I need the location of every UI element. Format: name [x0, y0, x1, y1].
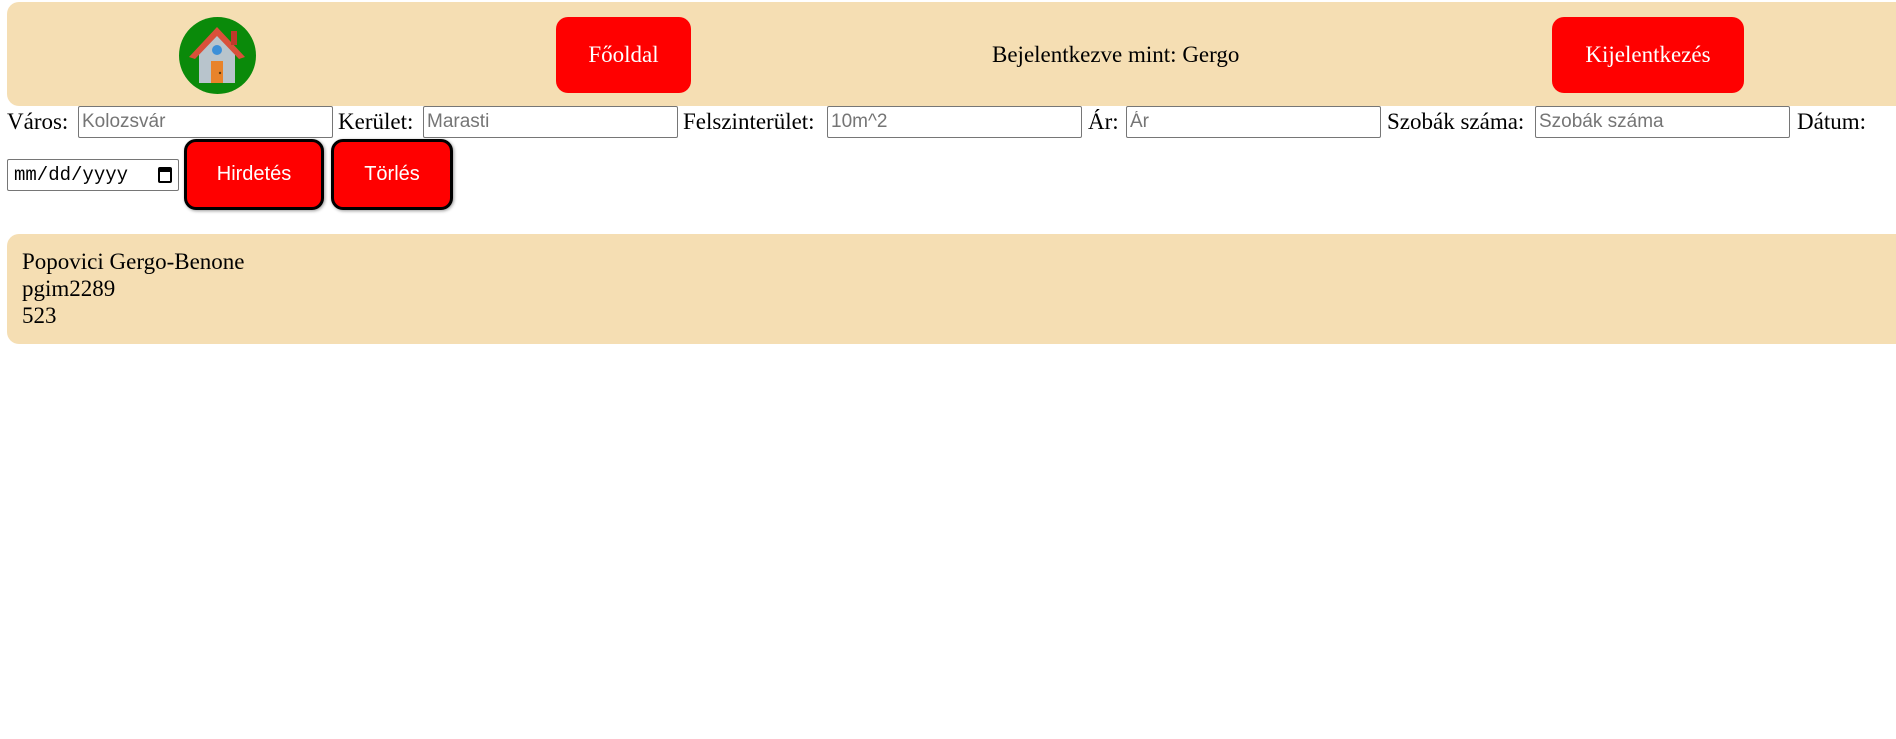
rooms-input[interactable]	[1535, 106, 1790, 138]
calendar-icon[interactable]	[158, 167, 172, 183]
user-group: 523	[22, 303, 57, 328]
date-placeholder: mm/dd/yyyy	[14, 164, 129, 186]
post-listing-button[interactable]: Hirdetés	[184, 139, 324, 210]
house-icon[interactable]	[179, 17, 256, 94]
price-label: Ár:	[1088, 109, 1119, 134]
district-label: Kerület:	[338, 109, 414, 134]
district-input[interactable]	[423, 106, 678, 138]
city-input[interactable]	[78, 106, 333, 138]
area-input[interactable]	[827, 106, 1082, 138]
rooms-label: Szobák száma:	[1387, 109, 1525, 134]
area-label: Felszinterület:	[683, 109, 815, 134]
logged-in-status: Bejelentkezve mint: Gergo	[992, 42, 1240, 67]
user-full-name: Popovici Gergo-Benone	[22, 249, 245, 274]
user-username: pgim2289	[22, 276, 116, 301]
delete-button[interactable]: Törlés	[331, 139, 453, 210]
home-button[interactable]: Főoldal	[556, 17, 691, 93]
price-input[interactable]	[1126, 106, 1381, 138]
user-info-card: Popovici Gergo-Benone pgim2289 523	[7, 234, 1896, 344]
city-label: Város:	[7, 109, 69, 134]
logout-button[interactable]: Kijelentkezés	[1552, 17, 1744, 93]
top-header: Főoldal Bejelentkezve mint: Gergo Kijele…	[7, 2, 1896, 106]
date-label: Dátum:	[1797, 109, 1866, 134]
date-input[interactable]: mm/dd/yyyy	[7, 159, 179, 191]
